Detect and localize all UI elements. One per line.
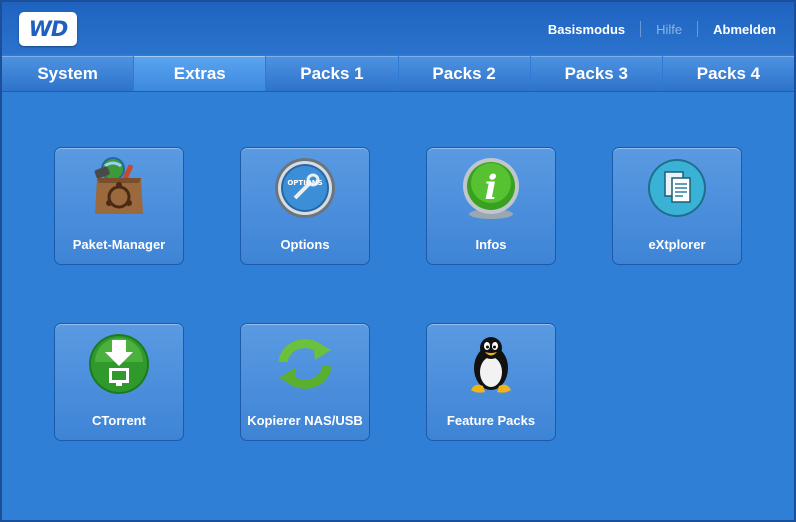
tile-label: Options xyxy=(280,237,330,252)
tab-system[interactable]: System xyxy=(2,56,134,91)
download-icon xyxy=(89,334,149,394)
tile-label: CTorrent xyxy=(92,413,146,428)
main-tabs: System Extras Packs 1 Packs 2 Packs 3 Pa… xyxy=(2,56,794,91)
basic-mode-link[interactable]: Basismodus xyxy=(548,22,625,37)
tile-label: Kopierer NAS/USB xyxy=(247,413,363,428)
extras-panel: Paket-Manager OPTIONS Options i Infos eX… xyxy=(2,92,794,520)
feature-packs-tile[interactable]: Feature Packs xyxy=(426,323,556,441)
logo-text: WD xyxy=(28,17,69,41)
info-icon-text: i xyxy=(485,168,498,208)
divider xyxy=(640,21,642,37)
package-manager-icon xyxy=(94,157,143,214)
tile-label: Feature Packs xyxy=(446,413,536,428)
info-icon: i xyxy=(463,158,519,219)
tab-packs-1[interactable]: Packs 1 xyxy=(266,56,398,91)
top-links: Basismodus Hilfe Abmelden xyxy=(548,21,776,37)
kopierer-nas-usb-tile[interactable]: Kopierer NAS/USB xyxy=(240,323,370,441)
options-icon-text: OPTIONS xyxy=(287,179,322,187)
help-link[interactable]: Hilfe xyxy=(656,22,682,37)
logout-link[interactable]: Abmelden xyxy=(713,22,776,37)
tab-packs-2[interactable]: Packs 2 xyxy=(398,56,530,91)
options-icon: OPTIONS xyxy=(275,158,335,218)
tab-packs-4[interactable]: Packs 4 xyxy=(662,56,794,91)
app-window: WD Basismodus Hilfe Abmelden System Extr… xyxy=(0,0,796,522)
tab-packs-3[interactable]: Packs 3 xyxy=(530,56,662,91)
documents-icon xyxy=(648,159,706,217)
header-bar: WD Basismodus Hilfe Abmelden xyxy=(2,2,794,54)
options-tile[interactable]: OPTIONS Options xyxy=(240,147,370,265)
wd-logo[interactable]: WD xyxy=(19,12,77,46)
ctorrent-tile[interactable]: CTorrent xyxy=(54,323,184,441)
tux-penguin-icon xyxy=(471,337,511,393)
tile-label: eXtplorer xyxy=(648,237,706,252)
tile-label: Infos xyxy=(475,237,507,252)
extplorer-tile[interactable]: eXtplorer xyxy=(612,147,742,265)
tile-label: Paket-Manager xyxy=(72,237,166,252)
tab-extras[interactable]: Extras xyxy=(134,56,266,91)
paket-manager-tile[interactable]: Paket-Manager xyxy=(54,147,184,265)
infos-tile[interactable]: i Infos xyxy=(426,147,556,265)
sync-arrows-icon xyxy=(278,339,332,389)
divider xyxy=(697,21,699,37)
